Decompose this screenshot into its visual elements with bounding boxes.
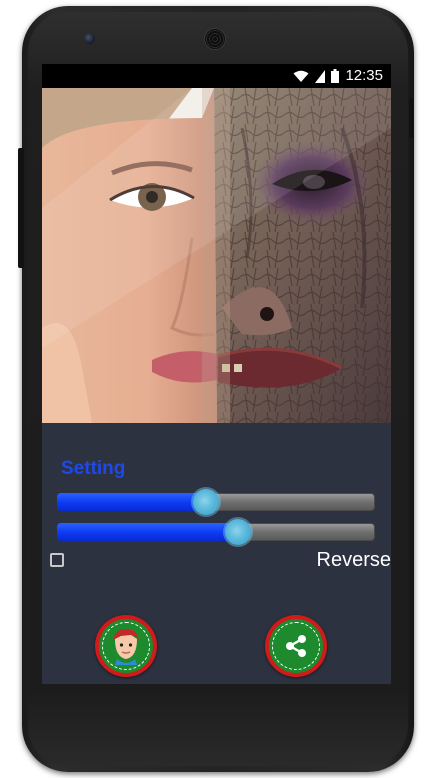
slider-thumb[interactable] xyxy=(225,519,252,545)
slider-fill xyxy=(57,523,239,541)
power-button xyxy=(409,98,414,138)
slider-thumb[interactable] xyxy=(193,489,220,515)
reverse-label: Reverse xyxy=(316,549,391,571)
face-button[interactable] xyxy=(95,615,157,677)
volume-button xyxy=(18,148,24,268)
face-morph-image xyxy=(42,88,391,423)
blend-slider-1[interactable] xyxy=(57,489,375,515)
front-camera xyxy=(84,33,95,44)
status-time: 12:35 xyxy=(345,67,383,84)
reverse-checkbox[interactable] xyxy=(50,553,64,567)
share-button[interactable] xyxy=(265,615,327,677)
earpiece-speaker xyxy=(204,28,226,50)
battery-icon xyxy=(331,69,340,83)
signal-icon xyxy=(315,69,326,83)
status-bar: 12:35 xyxy=(42,64,391,88)
slider-fill xyxy=(57,493,207,511)
setting-title: Setting xyxy=(61,458,126,479)
app-screen: 12:35 Setting Reverse xyxy=(42,64,391,684)
blend-slider-2[interactable] xyxy=(57,519,375,545)
wifi-icon xyxy=(293,70,309,83)
